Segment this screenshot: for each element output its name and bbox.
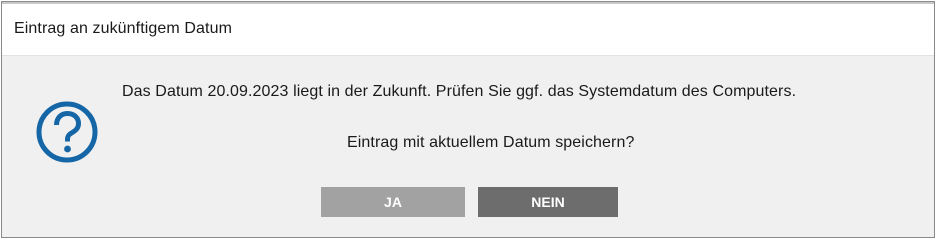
message-date-warning: Das Datum 20.09.2023 liegt in der Zukunf… <box>122 83 797 100</box>
title-bar[interactable]: Eintrag an zukünftigem Datum <box>2 4 934 56</box>
dialog-body: Das Datum 20.09.2023 liegt in der Zukunf… <box>2 56 934 237</box>
message-save-question: Eintrag mit aktuellem Datum speichern? <box>347 134 635 151</box>
no-button[interactable]: NEIN <box>478 187 618 217</box>
dialog-title: Eintrag an zukünftigem Datum <box>14 20 233 37</box>
question-icon <box>36 101 98 163</box>
yes-button[interactable]: JA <box>321 187 465 217</box>
confirm-dialog: Eintrag an zukünftigem Datum Das Datum 2… <box>1 1 935 238</box>
